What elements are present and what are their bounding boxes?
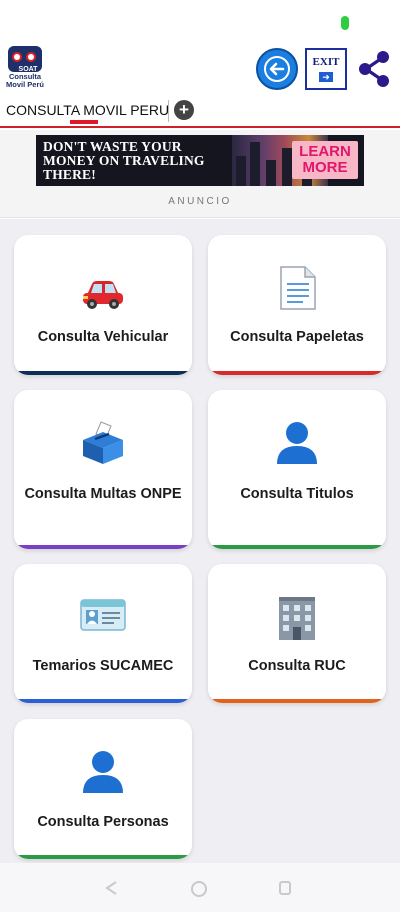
status-bar <box>0 0 400 40</box>
card-consulta-ruc[interactable]: Consulta RUC <box>208 564 386 703</box>
menu-grid: Consulta Vehicular Consulta Papeletas Co… <box>0 219 400 863</box>
nav-home-icon[interactable] <box>190 880 208 898</box>
tab-bar: CONSULTA MOVIL PERU + <box>0 98 400 128</box>
document-icon <box>208 265 386 316</box>
id-card-icon <box>14 598 192 637</box>
card-accent-bar <box>208 545 386 549</box>
card-consulta-vehicular[interactable]: Consulta Vehicular <box>14 235 192 375</box>
app-bar: SOAT Consulta Movil Perú EXIT ➜ <box>0 40 400 98</box>
card-accent-bar <box>14 545 192 549</box>
card-consulta-papeletas[interactable]: Consulta Papeletas <box>208 235 386 375</box>
ad-area: DON'T WASTE YOUR MONEY ON TRAVELING THER… <box>0 130 400 218</box>
card-title: Consulta RUC <box>248 658 346 674</box>
add-tab-button[interactable]: + <box>174 100 194 120</box>
card-title: Consulta Titulos <box>240 486 354 502</box>
card-temarios-sucamec[interactable]: Temarios SUCAMEC <box>14 564 192 703</box>
exit-button-label: EXIT <box>312 56 340 68</box>
card-consulta-titulos[interactable]: Consulta Titulos <box>208 390 386 549</box>
share-button[interactable] <box>354 48 396 90</box>
card-accent-bar <box>208 371 386 375</box>
card-consulta-personas[interactable]: Consulta Personas <box>14 719 192 859</box>
nav-back-icon[interactable] <box>104 880 120 896</box>
share-icon <box>359 51 389 87</box>
card-accent-bar <box>208 699 386 703</box>
ad-cta-label: LEARN MORE <box>299 143 351 176</box>
exit-button[interactable]: EXIT ➜ <box>305 48 347 90</box>
tab-divider <box>168 100 169 122</box>
card-consulta-multas-onpe[interactable]: Consulta Multas ONPE <box>14 390 192 549</box>
system-nav-bar <box>0 863 400 912</box>
logo-badge: SOAT <box>8 46 42 73</box>
app-logo: SOAT Consulta Movil Perú <box>5 44 45 96</box>
ballot-box-icon <box>14 418 192 471</box>
card-title: Consulta Multas ONPE <box>24 486 182 502</box>
battery-indicator-icon <box>341 16 349 30</box>
nav-recents-icon[interactable] <box>278 880 292 896</box>
card-title: Temarios SUCAMEC <box>32 658 174 674</box>
active-tab-indicator <box>70 120 98 124</box>
tab-consulta-movil-peru[interactable]: CONSULTA MOVIL PERU <box>6 102 169 118</box>
exit-door-icon: ➜ <box>319 72 333 82</box>
card-accent-bar <box>14 855 192 859</box>
card-title: Consulta Personas <box>37 814 169 830</box>
ad-label: ANUNCIO <box>168 196 232 207</box>
car-icon <box>14 275 192 316</box>
back-button[interactable] <box>256 48 298 90</box>
person-icon <box>14 749 192 800</box>
card-title: Consulta Vehicular <box>37 329 169 345</box>
person-icon <box>208 420 386 471</box>
arrow-left-icon <box>264 56 290 82</box>
card-accent-bar <box>14 371 192 375</box>
logo-caption: Consulta Movil Perú <box>6 72 44 89</box>
ad-headline: DON'T WASTE YOUR MONEY ON TRAVELING THER… <box>43 139 205 182</box>
card-accent-bar <box>14 699 192 703</box>
card-title: Consulta Papeletas <box>230 329 364 345</box>
ad-learn-more-button[interactable]: LEARN MORE <box>292 141 358 179</box>
ad-banner[interactable]: DON'T WASTE YOUR MONEY ON TRAVELING THER… <box>36 135 364 186</box>
building-icon <box>208 596 386 645</box>
